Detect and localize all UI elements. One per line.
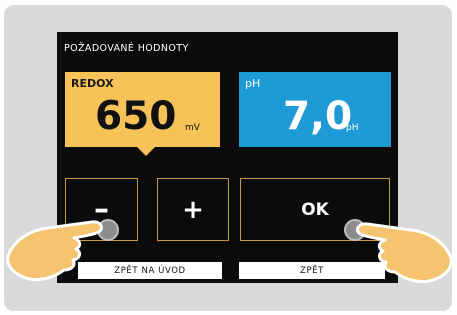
pointing-hand-icon bbox=[6, 220, 104, 282]
redox-panel[interactable]: REDOX 650 mV bbox=[65, 72, 220, 147]
screen-title: POŽADOVANÉ HODNOTY bbox=[64, 43, 189, 54]
redox-label: REDOX bbox=[71, 77, 114, 90]
ph-label: pH bbox=[245, 77, 261, 90]
ph-panel[interactable]: pH 7,0 pH bbox=[239, 72, 391, 147]
increase-button[interactable]: + bbox=[157, 178, 229, 241]
redox-value: 650 bbox=[95, 94, 177, 139]
ph-value: 7,0 bbox=[283, 94, 353, 139]
ph-unit: pH bbox=[346, 123, 359, 133]
selection-pointer-icon bbox=[137, 147, 155, 156]
redox-unit: mV bbox=[185, 123, 200, 133]
pointing-hand-icon bbox=[355, 222, 453, 284]
